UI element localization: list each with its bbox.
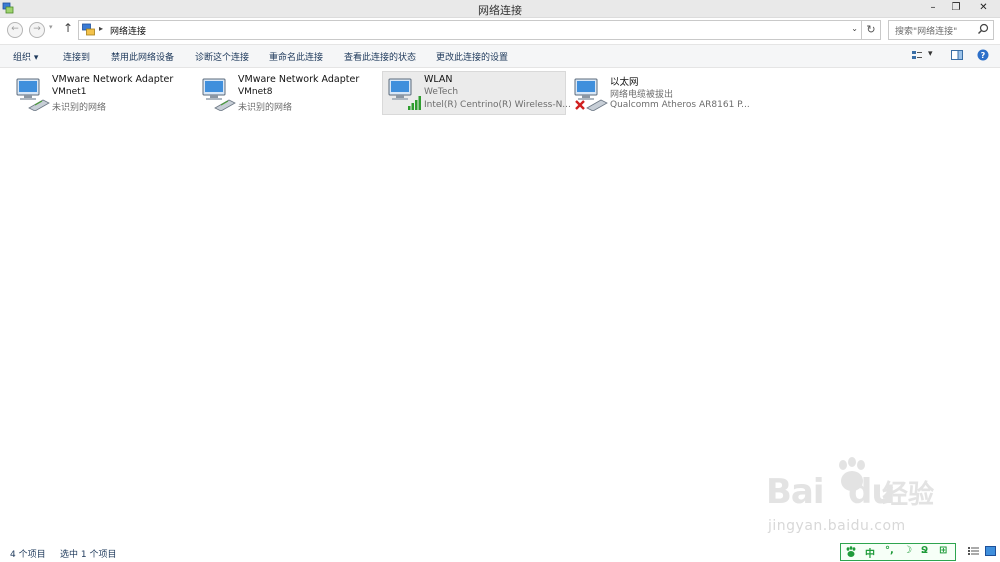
connection-device: Intel(R) Centrino(R) Wireless-N... <box>424 100 571 110</box>
ime-halfwidth-mode-icon[interactable]: ☽ <box>903 545 912 556</box>
connection-item-vmnet1[interactable]: VMware Network Adapter VMnet1 未识别的网络 <box>10 71 194 115</box>
ime-chinese-mode[interactable]: 中 <box>865 545 875 560</box>
organize-menu[interactable]: 组织 ▾ <box>13 50 38 63</box>
item-count: 4 个项目 <box>10 550 46 560</box>
connection-status: 未识别的网络 <box>52 103 107 113</box>
connection-name: 以太网 <box>610 77 639 88</box>
breadcrumb-separator: ▸ <box>99 24 104 33</box>
watermark-product: 经验 <box>882 480 935 510</box>
view-status-button[interactable]: 查看此连接的状态 <box>344 50 416 63</box>
change-view-icon[interactable] <box>911 49 923 61</box>
restore-button[interactable]: ❐ <box>945 0 967 17</box>
connection-name: VMware Network Adapter <box>52 74 174 85</box>
connection-name: WLAN <box>424 74 453 85</box>
selected-count: 选中 1 个项目 <box>60 550 117 560</box>
ime-menu-icon[interactable]: ⊞ <box>939 545 947 556</box>
up-button[interactable]: ↑ <box>63 21 73 35</box>
connection-status: 未识别的网络 <box>238 103 293 113</box>
recent-locations-button[interactable]: ▾ <box>49 23 53 31</box>
change-settings-button[interactable]: 更改此连接的设置 <box>436 50 508 63</box>
connection-network: WeTech <box>424 87 459 97</box>
refresh-button[interactable]: ↻ <box>862 20 881 40</box>
ime-toolbar[interactable]: 中 °, ☽ Ջ ⊞ <box>840 543 956 561</box>
connection-item-vmnet8[interactable]: VMware Network Adapter VMnet8 未识别的网络 <box>196 71 380 115</box>
forward-button[interactable]: → <box>29 22 45 38</box>
network-folder-icon <box>82 23 95 36</box>
watermark-url: jingyan.baidu.com <box>768 518 906 534</box>
connection-item-wlan[interactable]: WLAN WeTech Intel(R) Centrino(R) Wireles… <box>382 71 571 115</box>
address-row: ← → ▾ ↑ ▸ 网络连接 ⌄ ↻ 搜索"网络连接" <box>0 18 1000 42</box>
minimize-button[interactable]: – <box>922 0 944 17</box>
search-box[interactable]: 搜索"网络连接" <box>888 20 994 40</box>
diagnose-connection-button[interactable]: 诊断这个连接 <box>195 50 249 63</box>
ethernet-unplugged-icon <box>574 78 608 111</box>
close-button[interactable]: ✕ <box>967 0 1000 17</box>
address-dropdown-button[interactable]: ⌄ <box>851 24 858 33</box>
ime-punctuation-mode[interactable]: °, <box>885 545 894 556</box>
connection-device: Qualcomm Atheros AR8161 P... <box>610 100 750 110</box>
network-adapter-icon <box>202 78 236 111</box>
details-view-icon[interactable] <box>968 546 979 556</box>
connection-item-ethernet[interactable]: 以太网 网络电缆被拔出 Qualcomm Atheros AR8161 P... <box>568 71 752 115</box>
back-button[interactable]: ← <box>7 22 23 38</box>
large-icons-view-icon[interactable] <box>985 546 996 556</box>
status-bar: 4 个项目 选中 1 个项目 中 °, ☽ Ջ ⊞ <box>0 540 1000 562</box>
breadcrumb-network-connections[interactable]: 网络连接 <box>110 24 146 37</box>
network-adapter-icon <box>16 78 50 111</box>
disable-device-button[interactable]: 禁用此网络设备 <box>111 50 174 63</box>
svg-text:?: ? <box>981 51 986 60</box>
help-icon[interactable]: ? <box>977 49 989 61</box>
connection-name: VMware Network Adapter <box>238 74 360 85</box>
connect-to-button[interactable]: 连接到 <box>63 50 90 63</box>
search-icon[interactable] <box>977 23 989 35</box>
view-options-dropdown[interactable]: ▾ <box>928 49 933 59</box>
window-title: 网络连接 <box>478 4 522 17</box>
address-bar[interactable]: ▸ 网络连接 ⌄ <box>78 20 862 40</box>
connection-network: VMnet1 <box>52 87 87 97</box>
command-toolbar: 组织 ▾ 连接到 禁用此网络设备 诊断这个连接 重命名此连接 查看此连接的状态 … <box>0 44 1000 68</box>
watermark-brand: Bai <box>766 472 825 512</box>
title-bar: 网络连接 – ❐ ✕ <box>0 0 1000 18</box>
connection-status: 网络电缆被拔出 <box>610 90 674 100</box>
connection-network: VMnet8 <box>238 87 273 97</box>
ime-user-icon[interactable]: Ջ <box>921 545 928 556</box>
baidu-ime-paw-icon[interactable] <box>845 546 857 558</box>
search-input[interactable]: 搜索"网络连接" <box>895 24 957 37</box>
preview-pane-icon[interactable] <box>951 49 963 61</box>
baidu-jingyan-watermark: Bai du 经验 jingyan.baidu.com <box>766 456 946 540</box>
rename-connection-button[interactable]: 重命名此连接 <box>269 50 323 63</box>
wireless-adapter-icon <box>388 78 421 110</box>
